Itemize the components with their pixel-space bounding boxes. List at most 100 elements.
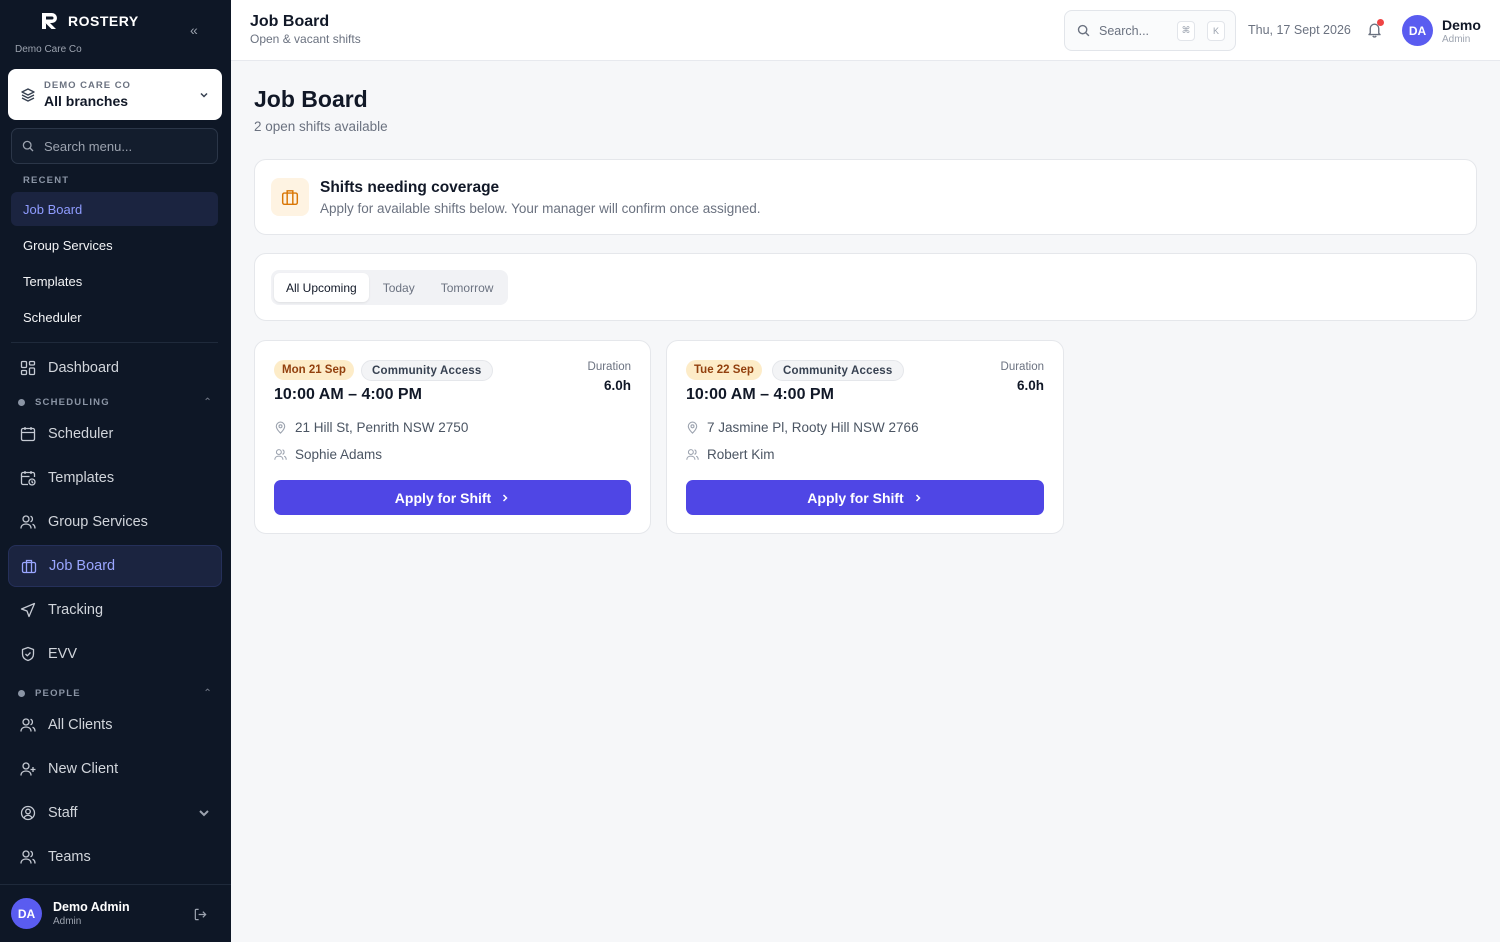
shift-address: 7 Jasmine Pl, Rooty Hill NSW 2766 [686,420,919,435]
avatar[interactable]: DA [11,898,42,929]
page-subtitle: 2 open shifts available [254,119,388,134]
tab-all-upcoming[interactable]: All Upcoming [274,273,369,302]
sidebar-item-all-clients[interactable]: All Clients [8,704,222,746]
calendar-icon [20,427,36,442]
kbd-cmd: ⌘ [1177,20,1195,41]
tab-tomorrow[interactable]: Tomorrow [429,273,506,302]
filter-tabs: All Upcoming Today Tomorrow [271,270,509,305]
global-search-input[interactable]: Search... ⌘ K [1064,10,1236,51]
branch-org-label: DEMO CARE CO [44,80,131,91]
topbar-user-role: Admin [1442,34,1471,45]
shield-check-icon [21,646,35,662]
topbar-avatar[interactable]: DA [1402,15,1433,46]
search-icon [22,140,34,152]
sidebar-item-label: Templates [48,470,115,486]
topbar-user-name: Demo [1442,17,1481,33]
filter-tabs-card: All Upcoming Today Tomorrow [254,253,1477,321]
sidebar-item-dashboard[interactable]: Dashboard [8,347,222,389]
sidebar: ROSTERY « Demo Care Co DEMO CARE CO All … [0,0,231,942]
topbar-user[interactable]: Demo Admin [1442,17,1481,45]
branch-selector[interactable]: DEMO CARE CO All branches [8,69,222,120]
sidebar-item-label: Group Services [48,514,148,530]
people-label: PEOPLE [35,688,81,699]
sidebar-item-evv[interactable]: EVV [8,633,222,675]
sidebar-item-staff[interactable]: Staff [8,792,222,834]
kbd-k: K [1207,20,1225,41]
shift-date-badge: Tue 22 Sep [686,360,762,380]
sidebar-item-group-services[interactable]: Group Services [8,501,222,543]
topbar: Job Board Open & vacant shifts Search...… [231,0,1500,61]
sidebar-item-label: Teams [48,849,91,865]
users-icon [686,449,699,460]
scheduling-group-header[interactable]: SCHEDULING ⌃ [18,397,213,408]
sidebar-item-job-board[interactable]: Job Board [8,545,222,587]
sidebar-item-scheduler[interactable]: Scheduler [8,413,222,455]
sidebar-item-teams[interactable]: Teams [8,836,222,878]
sidebar-user: DA Demo Admin Admin [0,884,231,942]
sidebar-item-label: EVV [48,646,78,662]
recent-item-templates[interactable]: Templates [11,264,218,298]
shift-client: Sophie Adams [274,447,382,462]
service-type-badge: Community Access [772,360,904,381]
client-name: Robert Kim [707,447,775,462]
chevron-up-icon: ⌃ [203,688,213,699]
duration-label: Duration [1000,361,1044,373]
sidebar-item-templates[interactable]: Templates [8,457,222,499]
coverage-info-card: Shifts needing coverage Apply for availa… [254,159,1477,235]
address-text: 21 Hill St, Penrith NSW 2750 [295,420,469,435]
tab-today[interactable]: Today [371,273,427,302]
sidebar-item-label: All Clients [48,717,113,733]
info-title: Shifts needing coverage [320,179,500,196]
service-type-badge: Community Access [361,360,493,381]
client-name: Sophie Adams [295,447,383,462]
menu-search-input[interactable]: Search menu... [11,128,218,164]
chevron-down-icon [199,810,209,817]
apply-button-label: Apply for Shift [394,489,492,506]
shift-card: Mon 21 Sep Community Access Duration 6.0… [254,340,651,534]
users-icon [20,515,36,529]
notification-dot [1377,19,1384,26]
shift-client: Robert Kim [686,447,775,462]
sidebar-item-tracking[interactable]: Tracking [8,589,222,631]
people-group-header[interactable]: PEOPLE ⌃ [18,688,213,699]
apply-for-shift-button[interactable]: Apply for Shift [686,480,1044,515]
branch-label: All branches [44,93,129,109]
recent-label: RECENT [23,175,70,186]
collapse-sidebar-icon[interactable]: « [190,22,198,38]
sidebar-divider [11,342,218,343]
page-title: Job Board [254,86,368,112]
user-name: Demo Admin [53,900,130,914]
topbar-subtitle: Open & vacant shifts [250,32,361,46]
sidebar-item-new-client[interactable]: New Client [8,748,222,790]
brand[interactable]: ROSTERY [40,12,139,30]
global-search-placeholder: Search... [1099,23,1150,38]
users-icon [20,850,36,864]
address-text: 7 Jasmine Pl, Rooty Hill NSW 2766 [707,420,919,435]
chevron-down-icon [200,92,208,98]
current-date: Thu, 17 Sept 2026 [1248,23,1351,37]
recent-item-job-board[interactable]: Job Board [11,192,218,226]
rostery-logo-icon [42,13,57,29]
duration-value: 6.0h [1016,378,1044,393]
recent-item-scheduler[interactable]: Scheduler [11,300,218,334]
user-plus-icon [20,762,36,776]
group-dot [18,690,25,697]
shift-address: 21 Hill St, Penrith NSW 2750 [274,420,468,435]
navigation-icon [20,602,36,618]
apply-for-shift-button[interactable]: Apply for Shift [274,480,631,515]
user-role: Admin [53,916,82,927]
topbar-title: Job Board [250,13,330,30]
logout-icon[interactable] [193,907,208,922]
dashboard-icon [20,360,36,376]
sidebar-item-label: New Client [48,761,119,777]
users-icon [274,449,287,460]
sidebar-item-label: Job Board [49,558,116,574]
sidebar-item-label: Tracking [48,602,104,618]
org-name: Demo Care Co [15,44,82,55]
menu-search-placeholder: Search menu... [44,138,133,154]
duration-label: Duration [587,361,631,373]
info-text: Apply for available shifts below. Your m… [320,201,761,216]
group-dot [18,399,25,406]
scheduling-label: SCHEDULING [35,397,110,408]
recent-item-group-services[interactable]: Group Services [11,228,218,262]
